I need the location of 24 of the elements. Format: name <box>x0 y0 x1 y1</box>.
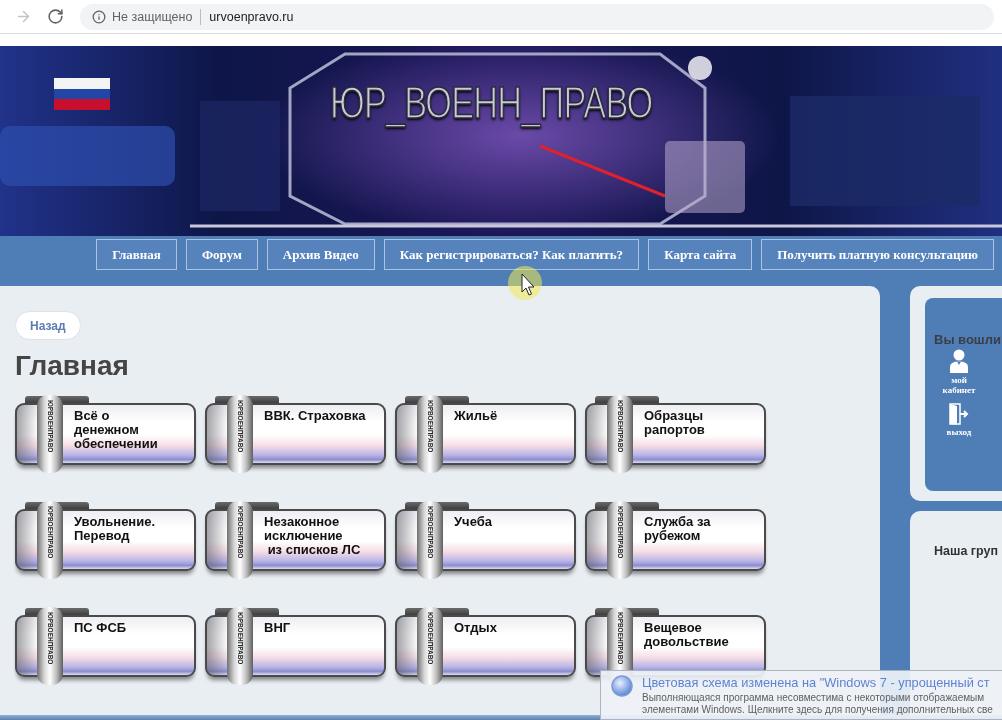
notification-popup[interactable]: Цветовая схема изменена на "Windows 7 - упрощенный ст Выполняющаяся программа несовместима с некоторыми отображаемым элементами Windows. Щелкните здесь для получения дополнительных све <box>600 670 1002 720</box>
nav-link[interactable]: Карта сайта <box>648 239 753 270</box>
user-icon <box>949 349 969 373</box>
notification-icon <box>611 675 633 697</box>
group-title: Наша груп <box>934 544 998 558</box>
door-exit-icon <box>949 403 969 425</box>
account-link[interactable]: мой кабинет <box>934 349 984 395</box>
address-bar[interactable]: Не защищено urvoenpravo.ru <box>80 3 994 30</box>
info-icon[interactable] <box>92 9 106 24</box>
url-text: urvoenpravo.ru <box>209 9 294 24</box>
notification-text: Выполняющаяся программа несовместима с некоторыми отображаемым элементами Windows. Щелкните здесь для получения дополнительных све <box>642 692 993 716</box>
nav-link[interactable]: Получить платную консультацию <box>761 239 994 270</box>
back-button[interactable]: Назад <box>15 311 81 340</box>
page-heading: Главная <box>15 349 130 383</box>
security-status: Не защищено <box>112 9 193 24</box>
nav-link[interactable]: Архив Видео <box>266 239 375 270</box>
notification-title: Цветовая схема изменена на "Windows 7 - упрощенный ст <box>642 675 991 690</box>
flag-icon <box>54 78 110 110</box>
login-title: Вы вошли <box>934 332 1002 347</box>
nav-link[interactable]: Главная <box>96 239 177 270</box>
reload-icon <box>46 8 64 25</box>
nav-link[interactable]: Форум <box>185 239 258 270</box>
logout-link[interactable]: выход <box>934 403 984 437</box>
nav-link[interactable]: Как регистрироваться? Как платить? <box>383 239 640 270</box>
